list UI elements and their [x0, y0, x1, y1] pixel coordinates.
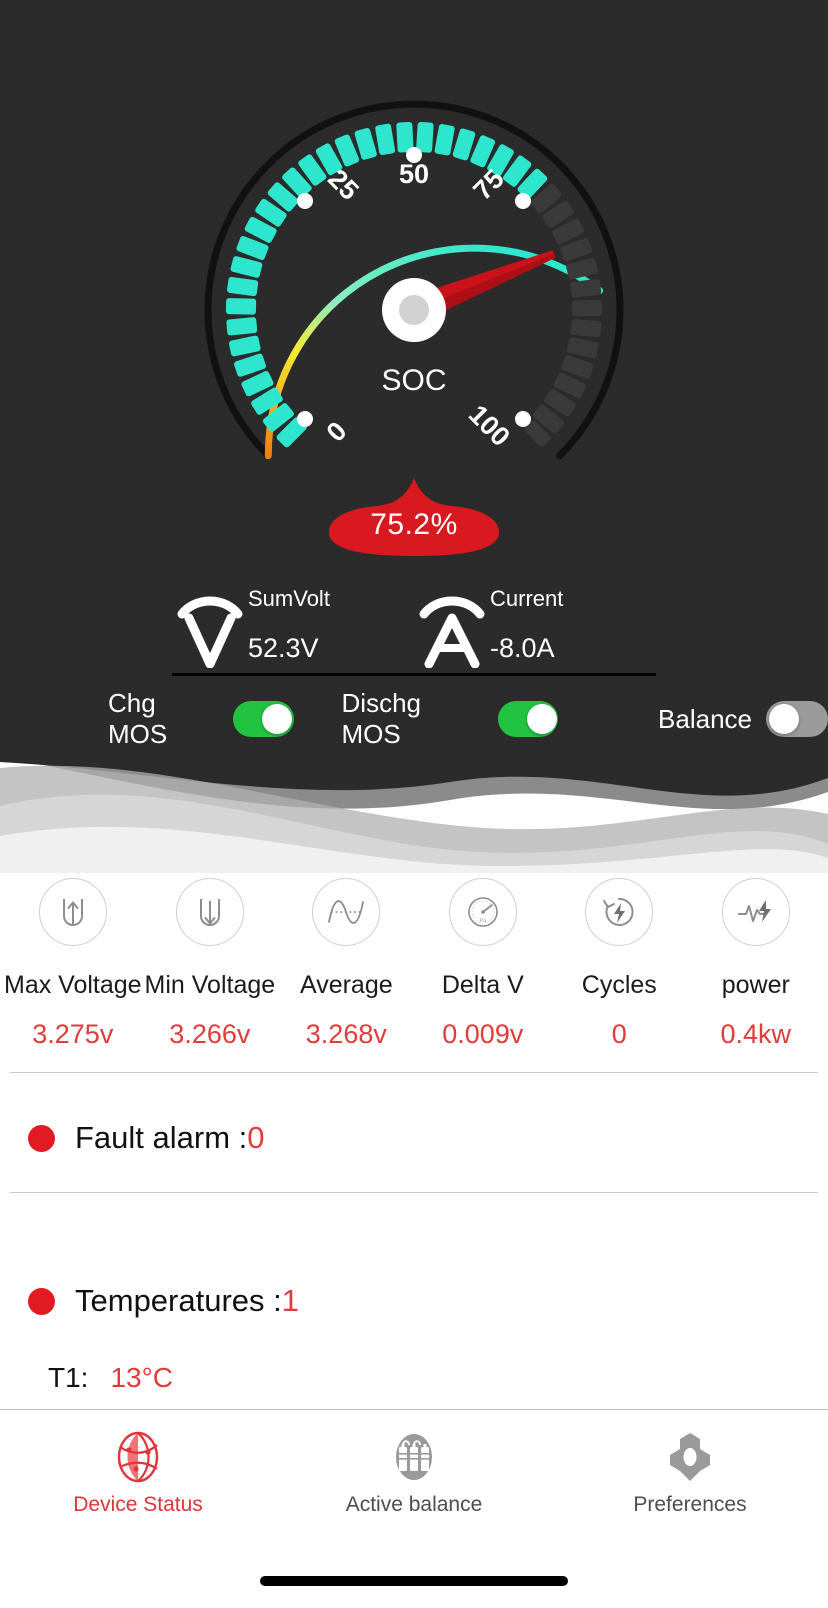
- gauge-tick-label-0: 0: [321, 416, 353, 448]
- meter-sumvolt-label: SumVolt: [248, 586, 330, 611]
- fault-alarm-label: Fault alarm :: [75, 1120, 248, 1155]
- soc-value-badge: 75.2%: [329, 478, 499, 556]
- ammeter-icon: [414, 582, 490, 673]
- metric-max-voltage-value: 3.275v: [32, 1019, 114, 1049]
- status-dot-icon: [28, 1124, 55, 1152]
- app-root: 0 25 50 75 100 SOC 75.2% SumVolt 52.3V C…: [0, 0, 828, 1608]
- cell-max-voltage-icon: [38, 878, 107, 946]
- metric-min-voltage-value: 3.266v: [169, 1019, 251, 1049]
- temperatures-label: Temperatures :: [75, 1283, 282, 1318]
- tab-device-status-label: Device Status: [73, 1492, 203, 1516]
- metric-delta-v-value: 0.009v: [442, 1019, 524, 1049]
- metric-cycles[interactable]: Cycles 0: [551, 878, 687, 1050]
- home-indicator: [260, 1576, 568, 1586]
- gauge-center-label: SOC: [381, 364, 446, 397]
- temperatures-count: 1: [281, 1283, 300, 1318]
- metric-max-voltage[interactable]: Max Voltage 3.275v: [4, 878, 142, 1050]
- temperatures-row[interactable]: Temperatures : 1: [28, 1283, 299, 1319]
- metric-power-label: power: [721, 971, 790, 999]
- cycle-bolt-icon: [585, 878, 654, 946]
- metric-delta-v[interactable]: Pa Delta V 0.009v: [415, 878, 551, 1050]
- pulse-bolt-icon: [721, 878, 790, 946]
- battery-cells-icon: [388, 1429, 440, 1485]
- metric-average[interactable]: Average 3.268v: [278, 878, 414, 1050]
- metric-min-voltage[interactable]: Min Voltage 3.266v: [142, 878, 278, 1050]
- metric-cycles-value: 0: [611, 1019, 627, 1049]
- sine-wave-icon: [312, 878, 381, 946]
- toggle-knob: [526, 704, 557, 734]
- toggle-balance-switch[interactable]: [766, 701, 828, 737]
- pressure-gauge-icon: Pa: [448, 878, 517, 946]
- toggle-knob: [769, 704, 799, 734]
- meter-summary-row: SumVolt 52.3V Current -8.0A: [172, 578, 656, 676]
- toggle-chg-mos-switch[interactable]: [233, 701, 294, 737]
- toggle-chg-mos[interactable]: Chg MOS: [108, 688, 294, 750]
- meter-current-label: Current: [490, 586, 564, 611]
- globe-network-icon: [112, 1429, 164, 1485]
- gauge-tick-label-100: 100: [463, 399, 516, 452]
- tab-active-balance[interactable]: Active balance: [276, 1410, 552, 1529]
- tab-preferences-label: Preferences: [633, 1492, 747, 1516]
- mos-toggle-row: Chg MOS Dischg MOS Balance: [0, 688, 828, 750]
- toggle-dischg-mos[interactable]: Dischg MOS: [342, 688, 559, 750]
- gauge-hub-center: [399, 295, 429, 325]
- toggle-balance-label: Balance: [658, 703, 752, 734]
- bottom-tab-bar: Device Status Active balance Preferences: [0, 1409, 828, 1529]
- tab-device-status[interactable]: Device Status: [0, 1410, 276, 1529]
- toggle-knob: [262, 704, 293, 734]
- status-dot-icon: [28, 1287, 55, 1315]
- meter-sumvolt: SumVolt 52.3V: [172, 578, 414, 673]
- divider-fault: [10, 1192, 818, 1193]
- toggle-dischg-mos-label: Dischg MOS: [341, 688, 421, 749]
- fault-alarm-value: 0: [247, 1120, 265, 1155]
- gauge-tick-label-50: 50: [399, 159, 429, 189]
- meter-current: Current -8.0A: [414, 578, 656, 673]
- soc-value-text: 75.2%: [370, 508, 458, 541]
- temperature-sensor-t1: T1: 13°C: [48, 1362, 173, 1394]
- metric-average-value: 3.268v: [305, 1019, 387, 1049]
- meter-sumvolt-value: 52.3V: [248, 633, 319, 663]
- metric-power[interactable]: power 0.4kw: [688, 878, 824, 1050]
- toggle-balance[interactable]: Balance: [658, 701, 828, 737]
- metric-min-voltage-label: Min Voltage: [144, 971, 276, 999]
- fault-alarm-row[interactable]: Fault alarm : 0: [28, 1120, 265, 1156]
- cell-min-voltage-icon: [175, 878, 244, 946]
- metric-average-label: Average: [299, 971, 393, 999]
- meter-current-value: -8.0A: [490, 633, 555, 663]
- gear-hex-icon: [664, 1429, 716, 1485]
- voltmeter-icon: [172, 582, 248, 673]
- wave-divider: [0, 748, 828, 873]
- cell-metrics-row: Max Voltage 3.275v Min Voltage 3.266v Av…: [0, 878, 828, 1050]
- tab-active-balance-label: Active balance: [345, 1492, 483, 1516]
- temperature-sensor-t1-value: 13°C: [110, 1362, 174, 1393]
- temperature-sensor-t1-key: T1:: [48, 1362, 89, 1393]
- divider-metrics: [10, 1072, 818, 1073]
- toggle-dischg-mos-switch[interactable]: [497, 701, 559, 737]
- status-dark-panel: 0 25 50 75 100 SOC 75.2% SumVolt 52.3V C…: [0, 0, 828, 760]
- svg-text:Pa: Pa: [480, 918, 486, 924]
- metric-power-value: 0.4kw: [720, 1019, 792, 1049]
- metric-max-voltage-label: Max Voltage: [4, 971, 142, 999]
- metric-cycles-label: Cycles: [581, 971, 657, 999]
- toggle-chg-mos-label: Chg MOS: [108, 688, 168, 749]
- tab-preferences[interactable]: Preferences: [552, 1410, 828, 1529]
- metric-delta-v-label: Delta V: [441, 971, 524, 999]
